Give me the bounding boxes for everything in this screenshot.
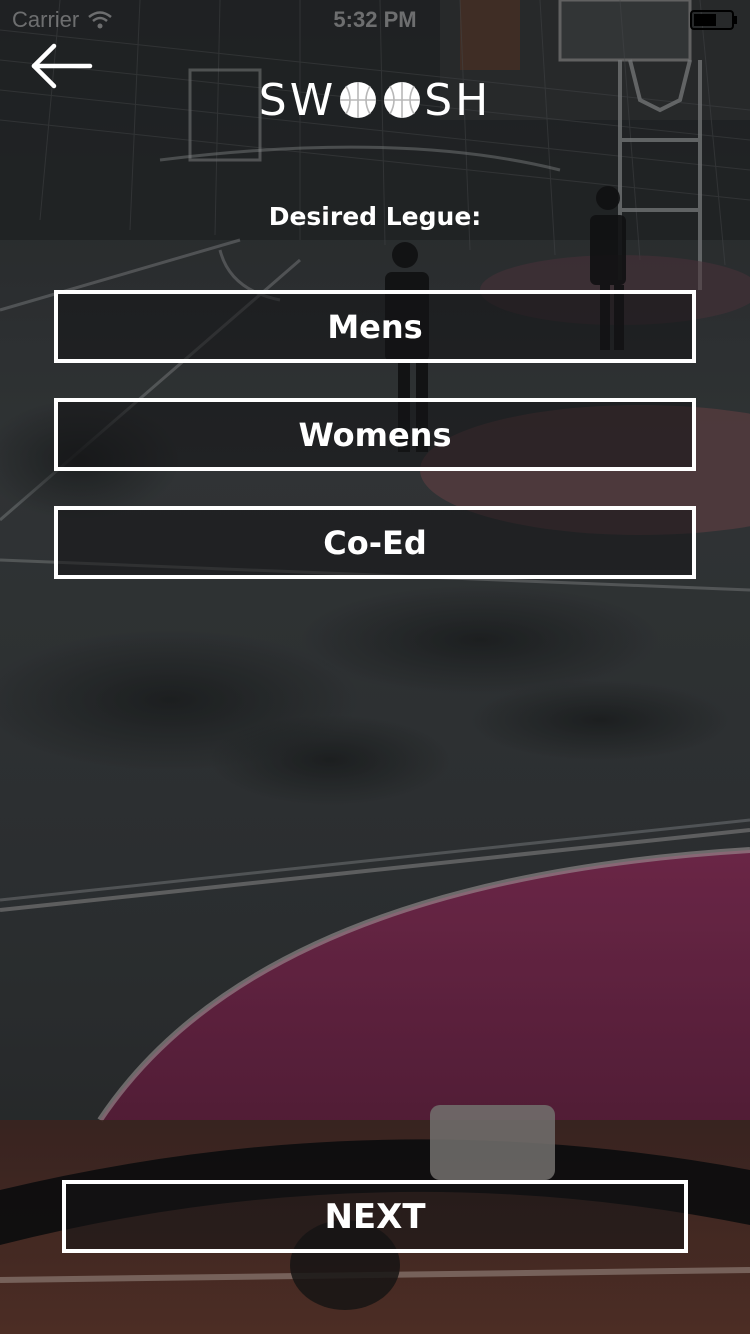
womens-option-button[interactable]: Womens [54, 398, 696, 471]
mens-option-button[interactable]: Mens [54, 290, 696, 363]
basketball-icon [340, 82, 377, 118]
battery-icon [690, 10, 737, 30]
logo-text-suffix: SH [424, 74, 492, 126]
background-dim-overlay [0, 0, 750, 1334]
basketball-icon [384, 82, 421, 118]
desired-league-label: Desired Legue: [268, 202, 482, 231]
status-bar: Carrier 5:32 PM [0, 0, 750, 40]
status-time: 5:32 PM [333, 7, 417, 32]
logo-text-prefix: SW [258, 74, 337, 126]
next-button[interactable]: NEXT [62, 1180, 688, 1253]
app-logo: SW SH [0, 74, 750, 126]
league-selection-screen: Carrier 5:32 PM SW SH Desired Legue: Men… [0, 0, 750, 1334]
coed-option-button[interactable]: Co-Ed [54, 506, 696, 579]
